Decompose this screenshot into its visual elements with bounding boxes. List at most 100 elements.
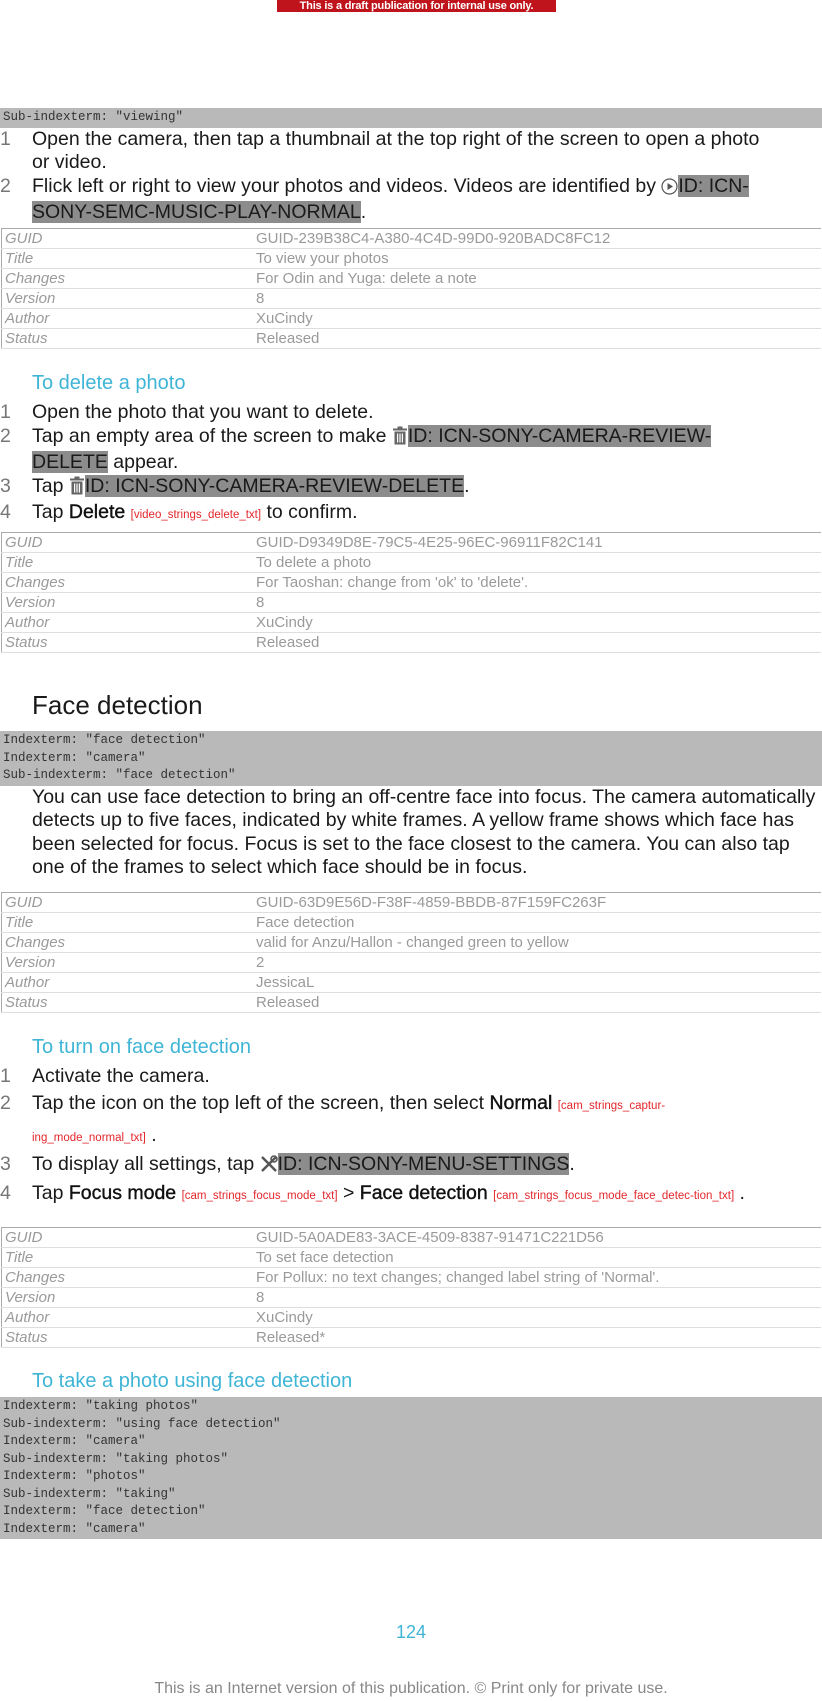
trash-icon — [392, 426, 408, 452]
metadata-row: Status Released — [1, 632, 821, 653]
footer-notice: This is an Internet version of this publ… — [154, 1680, 668, 1697]
metadata-value: To set face detection — [253, 1247, 821, 1268]
section-title: To take a photo using face detection — [32, 1370, 353, 1392]
metadata-value: 8 — [253, 288, 821, 309]
metadata-key: Author — [1, 308, 253, 329]
metadata-value: GUID-239B38C4-A380-4C4D-99D0-920BADC8FC1… — [253, 228, 821, 249]
metadata-row: GUID GUID-63D9E56D-F38F-4859-BBDB-87F159F… — [1, 892, 821, 913]
step: 1 Activate the camera. — [0, 1065, 822, 1089]
metadata-row: Changes valid for Anzu/Hallon - changed g… — [1, 932, 821, 953]
index-terms: Indexterm: "face detection" Indexterm: "… — [0, 731, 822, 786]
step-number: 4 — [0, 501, 11, 523]
step-text: Tap — [32, 501, 69, 523]
section-turn-on-face-detection: To turn on face detection 1 Activate the… — [0, 1036, 822, 1211]
metadata-value: Released* — [253, 1327, 821, 1348]
metadata-key: Changes — [1, 268, 253, 289]
metadata-row: Changes For Odin and Yuga: delete a note — [1, 268, 821, 289]
metadata-key: GUID — [1, 1227, 253, 1248]
metadata-row: Version 8 — [1, 592, 821, 613]
step-text: Open the camera, then tap a thumbnail at… — [32, 127, 760, 174]
string-id: [cam_strings_focus_mode_txt] — [181, 1190, 338, 1202]
index-term: Sub-indexterm: "viewing" — [3, 110, 184, 124]
step-text: Tap an empty area of the screen to make — [32, 424, 392, 447]
metadata-value: Released — [253, 992, 821, 1013]
metadata-key: Status — [1, 328, 253, 349]
index-term: Sub-indexterm: "face detection" — [3, 768, 236, 782]
metadata-key: Title — [1, 912, 253, 933]
ui-label: Focus mode — [68, 1182, 177, 1204]
step-text-end: . — [734, 1182, 745, 1204]
metadata-value: valid for Anzu/Hallon - changed green to… — [253, 932, 821, 953]
step: 4 Tap Delete [video_strings_delete_txt] … — [0, 501, 822, 528]
metadata-key: Changes — [1, 1267, 253, 1288]
metadata-key: Version — [1, 288, 253, 309]
step-text-end: to confirm. — [261, 501, 358, 523]
step-number: 3 — [0, 474, 11, 497]
step-text: Tap the icon on the top left of the scre… — [32, 1091, 490, 1114]
metadata-row: GUID GUID-5A0ADE83-3ACE-4509-8387-91471C2… — [1, 1227, 821, 1248]
metadata-row: Author JessicaL — [1, 972, 821, 993]
metadata-key: GUID — [1, 892, 253, 913]
metadata-value: GUID-D9349D8E-79C5-4E25-96EC-96911F82C14… — [253, 532, 821, 553]
step-text-end: . — [569, 1152, 575, 1175]
metadata-row: Version 8 — [1, 1287, 821, 1308]
metadata-key: Title — [1, 1247, 253, 1268]
step: 3 To display all settings, tap ID: ICN-S… — [0, 1152, 822, 1180]
metadata-row: Author XuCindy — [1, 612, 821, 633]
metadata-row: Status Released — [1, 992, 821, 1013]
metadata-value: GUID-63D9E56D-F38F-4859-BBDB-87F159FC263… — [253, 892, 821, 913]
paragraph: You can use face detection to bring an o… — [32, 785, 816, 879]
metadata-table-3: GUID GUID-63D9E56D-F38F-4859-BBDB-87F159F… — [0, 892, 821, 1013]
step-text: Tap — [32, 474, 69, 497]
metadata-value: JessicaL — [253, 972, 821, 993]
metadata-row: Status Released — [1, 328, 821, 349]
metadata-key: Status — [1, 992, 253, 1013]
step-number: 4 — [0, 1182, 11, 1204]
section-take-photo-face-detection: To take a photo using face detection Ind… — [0, 1370, 822, 1539]
metadata-value: XuCindy — [253, 612, 821, 633]
step-text-end: appear. — [107, 451, 179, 473]
index-term: Indexterm: "camera" — [3, 1434, 146, 1448]
metadata-row: Title To delete a photo — [1, 552, 821, 573]
index-term: Sub-indexterm: "taking photos" — [3, 1451, 229, 1466]
metadata-row: Status Released* — [1, 1327, 821, 1348]
step-number: 1 — [0, 127, 11, 150]
metadata-key: Author — [1, 612, 253, 633]
index-term: Indexterm: "face detection" — [3, 733, 206, 747]
section-delete-photo: To delete a photo 1 Open the photo that … — [0, 372, 822, 528]
index-terms: Indexterm: "taking photos" Sub-indexterm:… — [0, 1397, 822, 1539]
metadata-value: To delete a photo — [253, 552, 821, 573]
trash-icon — [69, 476, 85, 502]
menu-separator: > — [337, 1182, 360, 1204]
metadata-key: Title — [1, 552, 253, 573]
metadata-value: For Taoshan: change from 'ok' to 'delete… — [253, 572, 821, 593]
metadata-value: For Pollux: no text changes; changed lab… — [253, 1267, 821, 1288]
string-id: [video_strings_delete_txt] — [130, 509, 262, 521]
metadata-value: To view your photos — [253, 248, 821, 269]
icon-id-highlight: ID: ICN-SONY-MENU-SETTINGS — [277, 1152, 570, 1175]
ui-label: Face detection — [359, 1182, 488, 1204]
metadata-value: 8 — [253, 592, 821, 613]
index-term: Sub-indexterm: "using face detection" — [3, 1416, 281, 1431]
section-face-detection: Face detection Indexterm: "face detectio… — [0, 690, 822, 880]
metadata-value: Released — [253, 632, 821, 653]
ui-label: Delete — [68, 501, 126, 523]
page-number: 124 — [395, 1622, 427, 1642]
metadata-row: GUID GUID-239B38C4-A380-4C4D-99D0-920BADC… — [1, 228, 821, 249]
step: 3 Tap ID: ICN-SONY-CAMERA-REVIEW-DELETE. — [0, 474, 822, 502]
step-text: Flick left or right to view your photos … — [32, 174, 662, 197]
step: 4 Tap Focus mode [cam_strings_focus_mode… — [0, 1179, 822, 1211]
section-heading: Face detection — [32, 690, 203, 720]
metadata-key: Author — [1, 1307, 253, 1328]
metadata-value: XuCindy — [253, 308, 821, 329]
metadata-value: For Odin and Yuga: delete a note — [253, 268, 821, 289]
metadata-key: Version — [1, 952, 253, 973]
metadata-value: Face detection — [253, 912, 821, 933]
metadata-key: Changes — [1, 572, 253, 593]
ui-label: Normal — [489, 1091, 553, 1114]
metadata-key: Status — [1, 632, 253, 653]
metadata-table-2: GUID GUID-D9349D8E-79C5-4E25-96EC-96911F8… — [0, 532, 821, 653]
step-number: 2 — [0, 1091, 11, 1114]
step-text: Tap — [32, 1182, 69, 1204]
steps-list: 1 Open the photo that you want to delete… — [0, 401, 822, 528]
